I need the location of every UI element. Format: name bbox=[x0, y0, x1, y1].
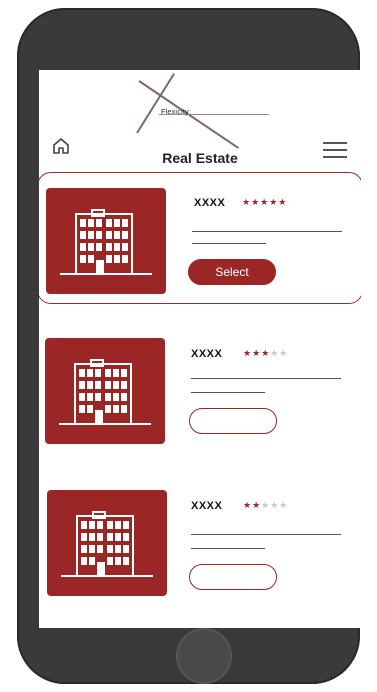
listing-card[interactable]: XXXX ★★★★★ bbox=[39, 332, 361, 464]
listing-name: XXXX bbox=[194, 197, 226, 209]
rating-stars: ★★★★★ bbox=[243, 500, 289, 510]
listing-card[interactable]: XXXX ★★★★★ bbox=[39, 484, 361, 616]
select-button[interactable] bbox=[189, 408, 277, 434]
select-button[interactable] bbox=[189, 564, 277, 590]
description-line bbox=[191, 378, 341, 379]
description-line bbox=[192, 243, 266, 244]
listing-name: XXXX bbox=[191, 348, 223, 360]
rating-stars: ★★★★★ bbox=[242, 197, 288, 207]
listing-card[interactable]: XXXX ★★★★★ Select bbox=[39, 172, 361, 304]
menu-icon[interactable] bbox=[323, 142, 347, 158]
building-image bbox=[46, 188, 166, 294]
page-title: Real Estate bbox=[162, 150, 238, 166]
description-line bbox=[191, 548, 265, 549]
listing-name: XXXX bbox=[191, 500, 223, 512]
description-line bbox=[191, 392, 265, 393]
building-image bbox=[45, 338, 165, 444]
description-line bbox=[192, 231, 342, 232]
home-button[interactable] bbox=[176, 628, 232, 684]
building-image bbox=[47, 490, 167, 596]
rating-stars: ★★★★★ bbox=[243, 348, 289, 358]
app-screen: Flexicity Real Estate XXXX ★★★★★ Select … bbox=[39, 70, 361, 628]
description-line bbox=[191, 534, 341, 535]
select-button[interactable]: Select bbox=[188, 259, 276, 285]
logo-text: Flexicity bbox=[161, 109, 189, 116]
